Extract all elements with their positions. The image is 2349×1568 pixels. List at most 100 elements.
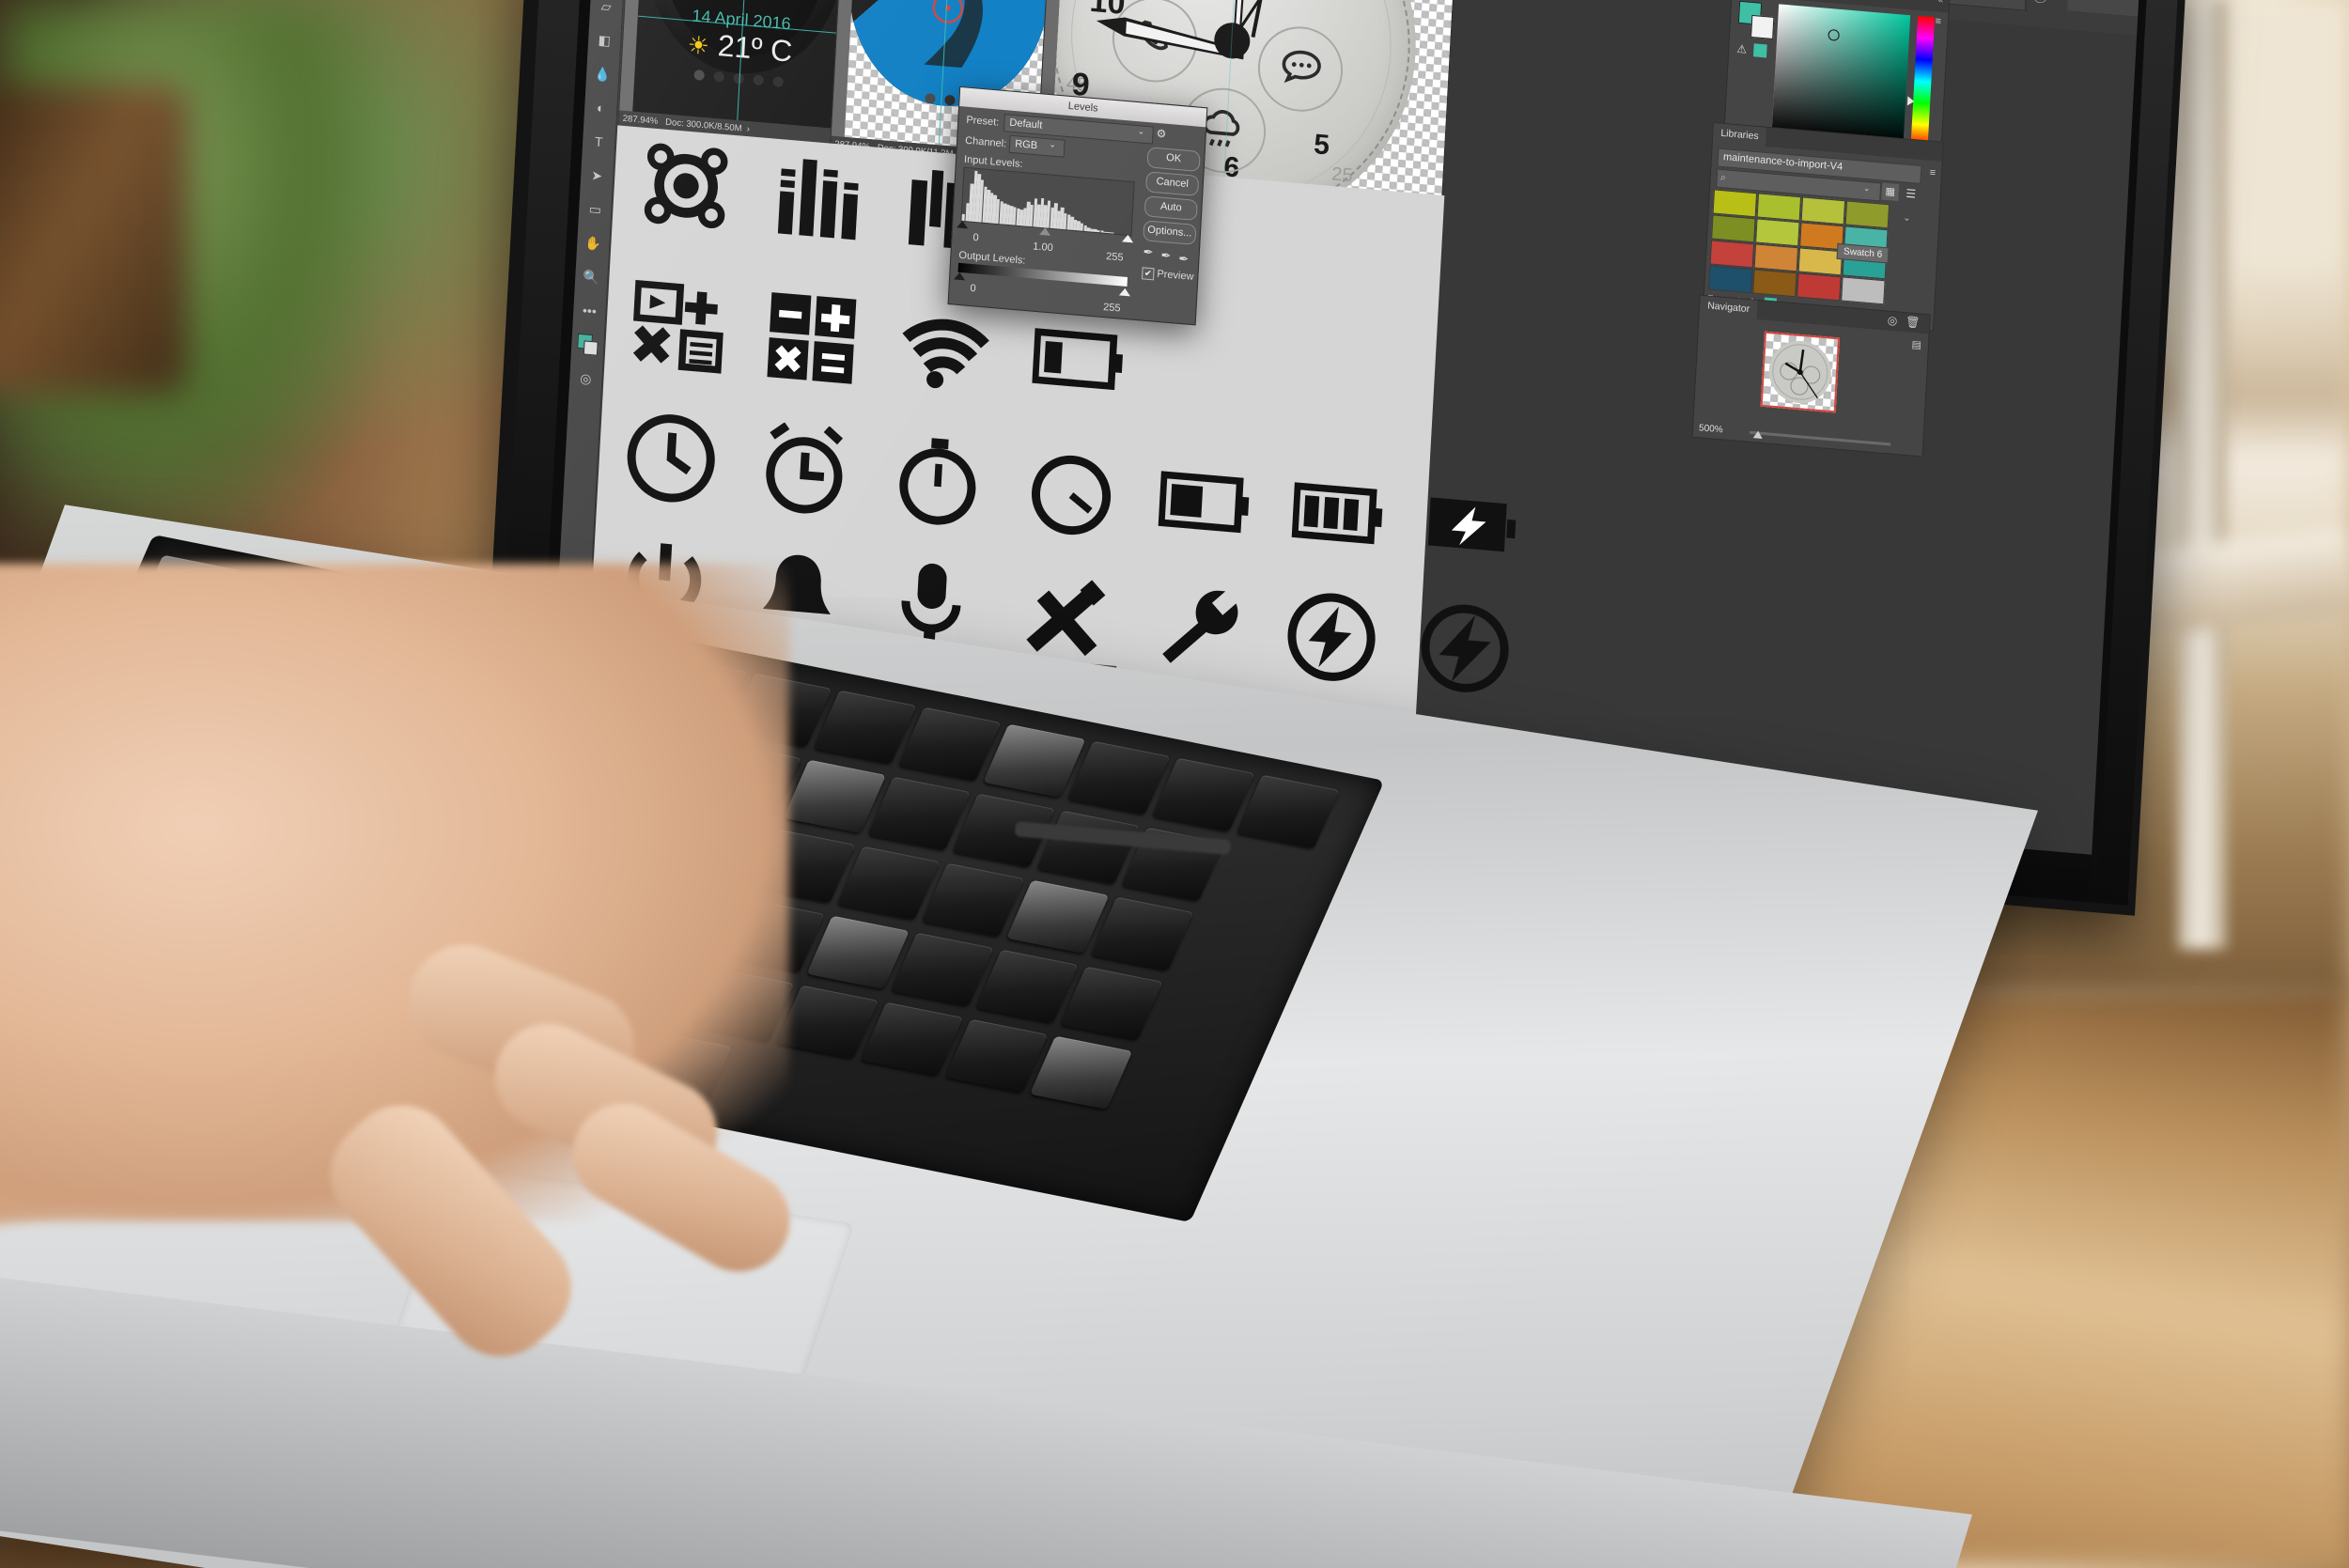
keyboard-key[interactable] (1067, 740, 1171, 815)
keyboard-key[interactable] (898, 706, 1002, 781)
canvas-digi-face[interactable]: 12:47PM 14 April 2016 ☀ 21º C (632, 0, 857, 130)
navigator-thumbnail[interactable] (1760, 331, 1841, 413)
output-black-value[interactable]: 0 (970, 283, 976, 295)
black-point-eyedropper[interactable]: ✒ (1143, 244, 1154, 260)
color-panel-menu-icon[interactable]: ≡ (1935, 15, 1941, 27)
zoom-tool[interactable]: 🔍 (581, 266, 602, 288)
keyboard-key[interactable] (867, 776, 971, 850)
info-rail-icon[interactable]: ⓘ (2032, 0, 2062, 14)
chevron-down-icon[interactable]: ⌄ (1137, 126, 1144, 137)
search-chevron-icon[interactable]: ⌄ (1863, 183, 1871, 194)
timer-icon (1024, 443, 1119, 541)
input-white-slider[interactable] (1122, 234, 1134, 243)
navigator-menu-icon[interactable]: ▤ (1911, 338, 1921, 351)
output-white-value[interactable]: 255 (1103, 302, 1121, 315)
blur-tool[interactable]: 💧 (592, 63, 614, 85)
library-swatch[interactable] (1800, 196, 1846, 225)
keyboard-key[interactable] (783, 759, 886, 833)
keyboard-key[interactable] (1091, 896, 1194, 970)
document-window-digi-face[interactable]: digi_face_bg.psd @ 288% (digi_face_bg, R… (617, 0, 860, 147)
keyboard-key[interactable] (1036, 810, 1140, 884)
library-swatch[interactable] (1753, 243, 1799, 272)
panel-icon-rail[interactable]: « ⬓ ⓘ (2025, 0, 2072, 14)
text-tool[interactable]: T (588, 131, 610, 153)
navigator-panel[interactable]: Navigator ◎ 🗑 ▤ 500% (1691, 294, 1931, 458)
tab-navigator[interactable]: Navigator (1699, 295, 1758, 319)
gradient-tool[interactable]: ◧ (594, 29, 615, 52)
levels-dialog[interactable]: Levels Preset: Default ⌄ ⚙ Channel: RGB … (947, 85, 1208, 326)
navigator-zoom-thumb[interactable] (1752, 430, 1764, 439)
channel-select[interactable]: RGB (1008, 134, 1066, 158)
keyboard-key[interactable] (837, 846, 941, 920)
quick-mask-icon[interactable]: ◎ (575, 367, 597, 390)
collapse-icon[interactable]: « (1937, 0, 1943, 6)
keyboard-key[interactable] (922, 862, 1025, 937)
library-swatch[interactable] (1755, 218, 1800, 247)
keyboard-key[interactable] (1237, 774, 1340, 848)
chevron-down-icon[interactable]: ⌄ (1049, 139, 1056, 150)
gray-point-eyedropper[interactable]: ✒ (1160, 248, 1172, 264)
status-expand-icon[interactable]: › (747, 124, 751, 134)
library-swatch[interactable] (1797, 272, 1842, 302)
tab-libraries[interactable]: Libraries (1712, 123, 1767, 147)
input-black-value[interactable]: 0 (972, 232, 979, 244)
library-swatch[interactable] (1841, 276, 1886, 305)
foreground-background-swatch[interactable] (577, 333, 599, 356)
auto-button[interactable]: Auto (1143, 195, 1198, 221)
output-black-slider[interactable] (954, 272, 966, 281)
keyboard-key[interactable] (944, 1018, 1049, 1093)
keyboard-key[interactable] (1060, 966, 1163, 1040)
input-black-slider[interactable] (957, 220, 969, 229)
library-swatch[interactable] (1752, 269, 1797, 298)
rectangle-tool[interactable]: ▭ (584, 198, 606, 221)
hand-tool[interactable]: ✋ (583, 232, 604, 255)
hue-spectrum[interactable] (1910, 15, 1936, 147)
keyboard-key[interactable] (814, 690, 917, 764)
ok-button[interactable]: OK (1146, 147, 1201, 172)
white-point-eyedropper[interactable]: ✒ (1178, 252, 1190, 268)
more-tools-icon[interactable]: ••• (579, 300, 600, 322)
keyboard-key[interactable] (806, 915, 910, 989)
hue-slider-handle[interactable] (1906, 96, 1915, 106)
options-button[interactable]: Options... (1143, 220, 1197, 245)
input-gamma-value[interactable]: 1.00 (1033, 241, 1053, 254)
keyboard-key[interactable] (891, 932, 994, 1006)
wrench-icon (1150, 577, 1245, 675)
color-field[interactable] (1771, 4, 1911, 146)
out-of-gamut-warning-icon[interactable]: ⚠ (1736, 42, 1748, 56)
background-swatch[interactable] (1750, 14, 1775, 39)
keyboard-key[interactable] (860, 1001, 964, 1076)
output-white-slider[interactable] (1118, 287, 1131, 297)
preset-options-gear-icon[interactable]: ⚙ (1156, 127, 1167, 141)
library-swatch[interactable] (1844, 200, 1890, 229)
grid-view-button[interactable]: ▦ (1881, 182, 1900, 202)
library-swatch[interactable] (1712, 189, 1758, 218)
navigator-zoom-value[interactable]: 500% (1699, 423, 1723, 435)
library-swatch[interactable] (1756, 193, 1802, 222)
library-swatch[interactable] (1797, 247, 1843, 276)
eraser-tool[interactable]: ▱ (596, 0, 617, 18)
libraries-menu-icon[interactable]: ≡ (1929, 167, 1936, 179)
keyboard-key[interactable] (983, 723, 1086, 798)
list-view-button[interactable]: ☰ (1902, 184, 1920, 203)
creative-cloud-icon[interactable]: ◎ (1887, 314, 1897, 328)
web-safe-color-chip[interactable] (1752, 43, 1767, 58)
section-chevron-icon[interactable]: ⌄ (1903, 213, 1911, 225)
cancel-button[interactable]: Cancel (1145, 171, 1200, 196)
preview-checkbox[interactable]: ✔ (1141, 267, 1155, 281)
input-white-value[interactable]: 255 (1106, 251, 1124, 264)
navigator-zoom-slider[interactable] (1749, 430, 1891, 446)
library-swatch[interactable] (1708, 265, 1753, 294)
clock-icon (624, 410, 719, 507)
delete-icon[interactable]: 🗑 (1906, 315, 1921, 329)
keyboard-key[interactable] (1006, 879, 1110, 954)
dodge-tool[interactable]: ◐ (590, 97, 612, 119)
keyboard-key[interactable] (1029, 1035, 1133, 1110)
keyboard-key[interactable] (1152, 757, 1255, 831)
keyboard-key[interactable] (975, 949, 1079, 1023)
direct-selection-tool[interactable]: ➤ (586, 164, 608, 187)
keyboard-key[interactable] (775, 985, 879, 1059)
library-swatch[interactable] (1709, 240, 1755, 269)
library-swatch[interactable] (1711, 214, 1756, 243)
input-gamma-slider[interactable] (1039, 226, 1051, 236)
